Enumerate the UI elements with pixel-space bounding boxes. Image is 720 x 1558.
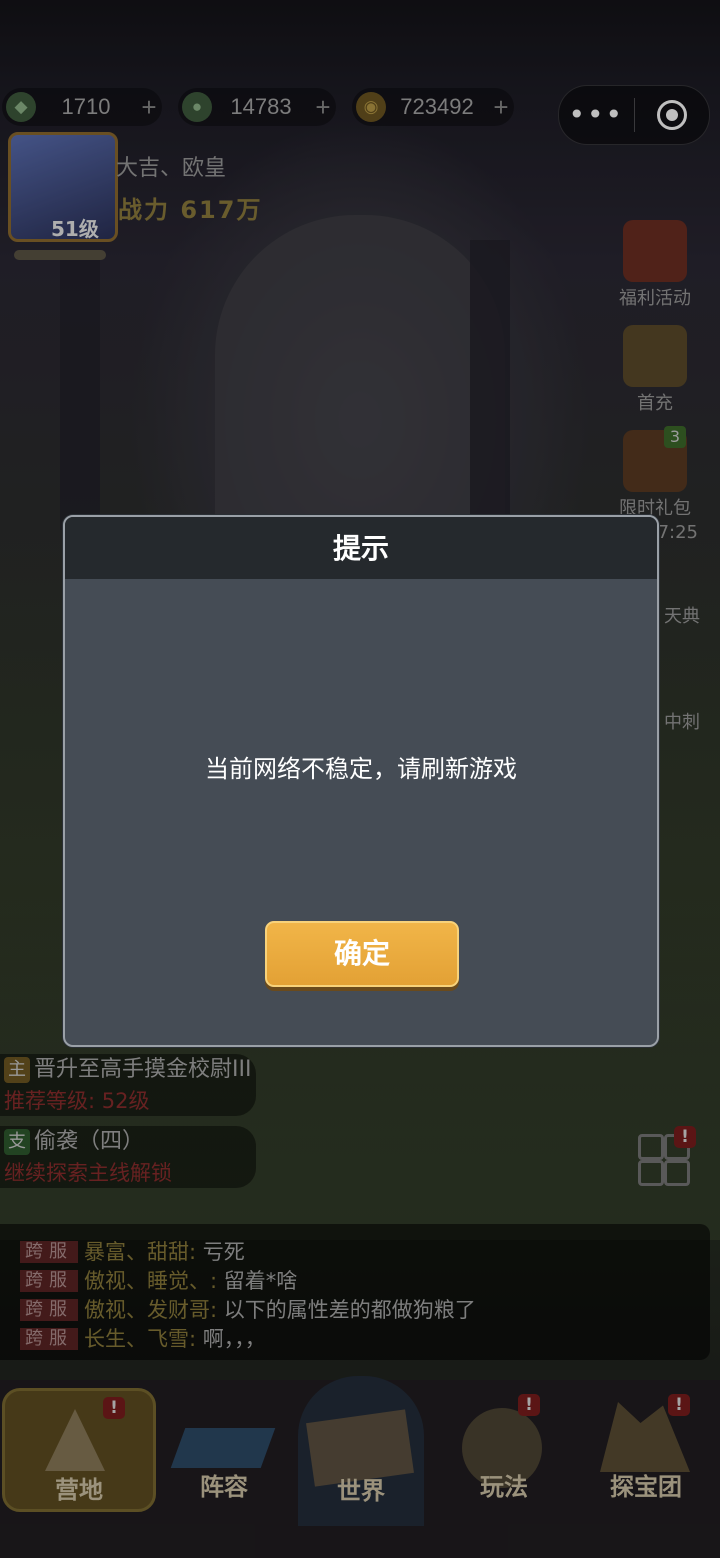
- network-alert-dialog: 提示 当前网络不稳定，请刷新游戏 确定: [63, 515, 659, 1047]
- confirm-button[interactable]: 确定: [265, 921, 459, 987]
- dialog-message: 当前网络不稳定，请刷新游戏: [205, 755, 517, 783]
- dialog-title: 提示: [65, 517, 657, 579]
